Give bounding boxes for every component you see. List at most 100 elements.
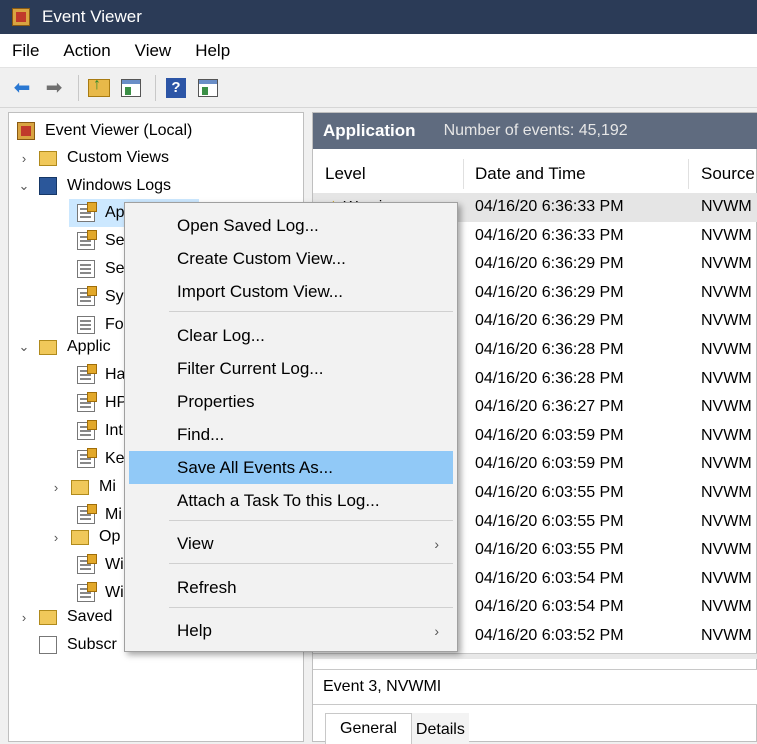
menu-item-view-label: View [177,533,214,553]
title-bar: Event Viewer [0,0,757,34]
tree-item-key-management[interactable]: Ke [77,445,125,473]
folder-icon [39,339,57,355]
date-time-cell: 04/16/20 6:03:55 PM [475,484,624,501]
tree-item-internet-explorer[interactable]: Int [77,417,123,445]
source-cell: NVWM [701,455,752,473]
toolbar-separator [155,74,156,101]
column-header-level[interactable]: Level [325,159,366,189]
menu-item-attach-task[interactable]: Attach a Task To this Log... [129,484,453,517]
menu-item-find[interactable]: Find... [129,418,453,451]
log-name: Application [323,121,416,140]
source-cell: NVWM [701,512,752,530]
log-icon [77,260,95,278]
menu-separator [169,311,453,312]
column-header-date-time[interactable]: Date and Time [475,159,586,189]
menu-file[interactable]: File [12,41,39,61]
expand-chevron-icon[interactable]: › [17,610,31,625]
tree-item-security[interactable]: Se [77,227,125,255]
menu-bar: File Action View Help [0,34,757,68]
help-icon[interactable]: ? [162,74,190,102]
menu-item-filter-current-log[interactable]: Filter Current Log... [129,352,453,385]
folder-icon [39,150,57,166]
log-icon [77,448,97,468]
menu-separator [169,520,453,521]
expand-chevron-icon[interactable]: › [49,480,63,495]
menu-action[interactable]: Action [63,41,110,61]
windows-logs-icon [39,177,57,195]
menu-view[interactable]: View [135,41,172,61]
menu-help[interactable]: Help [195,41,230,61]
menu-item-open-saved-log[interactable]: Open Saved Log... [129,209,453,242]
tree-item-hp[interactable]: HP [77,389,127,417]
subscriptions-icon [39,636,57,654]
menu-item-import-custom-view[interactable]: Import Custom View... [129,275,453,308]
event-count: Number of events: 45,192 [443,122,628,139]
tree-item-applications-and-services[interactable]: ⌄ Applic [17,333,111,361]
event-viewer-icon [17,122,35,140]
submenu-arrow-icon: › [434,622,439,639]
source-cell: NVWM [701,627,752,644]
tree-item-custom-views[interactable]: › Custom Views [17,144,169,172]
date-time-cell: 04/16/20 6:36:28 PM [475,369,624,387]
collapse-chevron-icon[interactable]: ⌄ [17,178,31,194]
show-hide-tree-icon[interactable] [117,74,145,102]
up-folder-icon[interactable] [85,74,113,102]
source-cell: NVWM [701,198,752,215]
tree-item-system[interactable]: Sy [77,283,124,311]
menu-separator [169,563,453,564]
source-cell: NVWM [701,484,752,501]
date-time-cell: 04/16/20 6:03:54 PM [475,598,624,616]
back-arrow-icon[interactable]: ⬅ [8,74,36,102]
tree-item-microsoft-folder[interactable]: › Mi [49,473,116,501]
column-divider[interactable] [688,159,689,189]
date-time-cell: 04/16/20 6:36:28 PM [475,341,624,358]
date-time-cell: 04/16/20 6:03:55 PM [475,512,624,530]
show-hide-action-pane-icon[interactable] [194,74,222,102]
menu-item-help[interactable]: Help › [129,614,453,647]
menu-item-refresh[interactable]: Refresh [129,571,453,604]
date-time-cell: 04/16/20 6:36:27 PM [475,398,624,416]
tab-details[interactable]: Details [411,713,469,744]
pane-splitter[interactable] [313,653,757,659]
date-time-cell: 04/16/20 6:36:29 PM [475,312,624,330]
expand-chevron-icon[interactable]: › [49,530,63,545]
tree-item-windows-1[interactable]: Wi [77,551,124,579]
source-cell: NVWM [701,398,752,416]
menu-item-create-custom-view[interactable]: Create Custom View... [129,242,453,275]
menu-item-properties[interactable]: Properties [129,385,453,418]
log-icon [77,582,97,602]
menu-item-clear-log[interactable]: Clear Log... [129,319,453,352]
collapse-chevron-icon[interactable]: ⌄ [17,339,31,355]
log-icon [77,504,97,524]
log-icon [77,230,97,250]
forward-arrow-icon[interactable]: ➡ [40,74,68,102]
menu-item-save-all-events-as[interactable]: Save All Events As... [129,451,453,484]
source-cell: NVWM [701,341,752,358]
date-time-cell: 04/16/20 6:36:29 PM [475,283,624,301]
expand-chevron-icon[interactable]: › [17,151,31,166]
detail-tabs: General Details [325,713,469,744]
column-divider[interactable] [463,159,464,189]
tree-item-windows-logs[interactable]: ⌄ Windows Logs [17,172,171,200]
tree-item-subscriptions[interactable]: Subscr [39,631,117,659]
source-cell: NVWM [701,255,752,273]
date-time-cell: 04/16/20 6:36:33 PM [475,198,624,215]
tree-item-event-viewer-local[interactable]: Event Viewer (Local) [17,117,192,145]
tab-general[interactable]: General [325,713,412,744]
log-icon [77,202,97,222]
tree-item-openssh[interactable]: › Op [49,523,121,551]
toolbar: ⬅ ➡ ? [0,68,757,108]
tree-item-saved-logs[interactable]: › Saved [17,603,113,631]
menu-item-view[interactable]: View › [129,527,453,560]
event-detail-title: Event 3, NVWMI [313,669,757,705]
log-icon [77,316,95,334]
date-time-cell: 04/16/20 6:03:55 PM [475,541,624,559]
tree-item-hardware-events[interactable]: Ha [77,361,125,389]
column-header-source[interactable]: Source [701,159,755,189]
date-time-cell: 04/16/20 6:03:59 PM [475,426,624,444]
tree-item-setup[interactable]: Se [77,255,125,283]
menu-separator [169,607,453,608]
date-time-cell: 04/16/20 6:36:29 PM [475,255,624,273]
date-time-cell: 04/16/20 6:03:59 PM [475,455,624,473]
log-icon [77,364,97,384]
